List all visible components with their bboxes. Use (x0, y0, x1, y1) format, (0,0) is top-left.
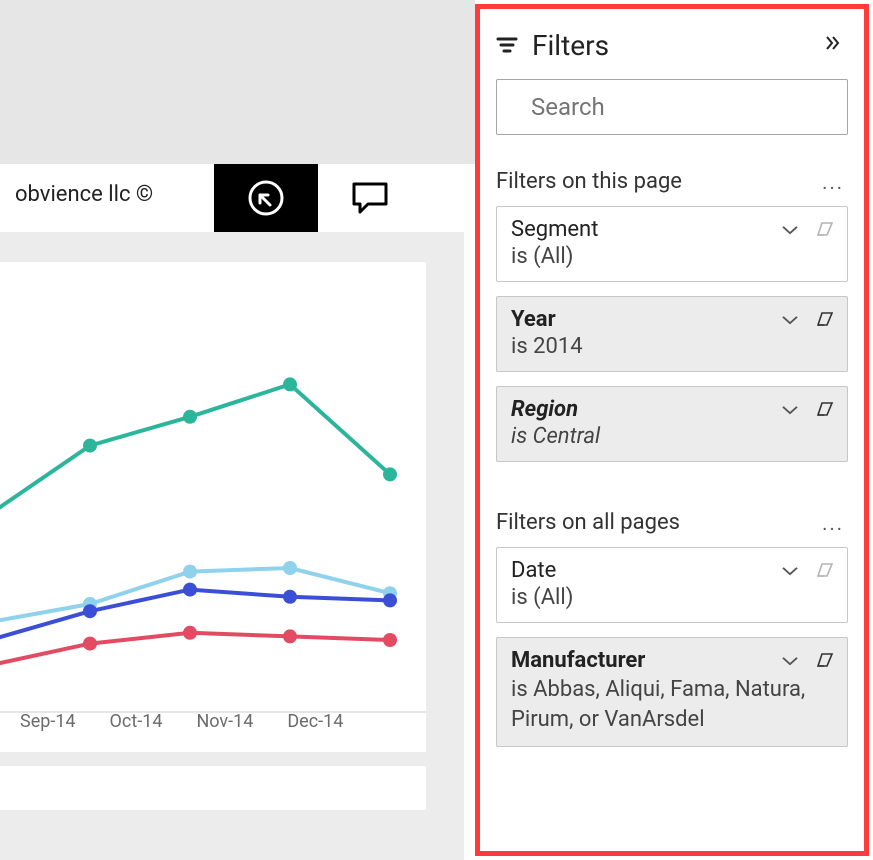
filter-cond: is Central (511, 424, 771, 449)
all-pages-filters-heading: Filters on all pages (496, 510, 680, 535)
page-filters-more-button[interactable]: ... (822, 170, 848, 194)
comment-icon (351, 181, 389, 215)
x-axis-tick: Dec-14 (287, 711, 343, 732)
filters-header: Filters (496, 21, 848, 69)
x-axis-labels: Sep-14 Oct-14 Nov-14 Dec-14 (0, 711, 426, 732)
filter-card-year[interactable]: Year is 2014 (496, 296, 848, 372)
filter-icon (496, 35, 518, 55)
search-input[interactable] (529, 92, 844, 122)
filters-title: Filters (532, 29, 609, 62)
chevron-down-icon (781, 314, 799, 325)
chevron-down-icon (781, 224, 799, 235)
filter-card-date[interactable]: Date is (All) (496, 547, 848, 623)
copyright-text: obvience llc © (15, 182, 153, 207)
filters-pane-highlight: Filters Filters on this page ... S (475, 4, 869, 856)
clear-filter-icon[interactable] (815, 221, 835, 239)
chevron-double-right-icon (824, 34, 842, 52)
filter-cond: is (All) (511, 585, 771, 610)
clear-filter-icon[interactable] (815, 652, 835, 670)
collapse-pane-button[interactable] (824, 34, 848, 56)
arrow-circle-icon (246, 178, 286, 218)
clear-filter-icon[interactable] (815, 311, 835, 329)
chart-footer-strip (0, 766, 426, 810)
filter-cond: is (All) (511, 244, 771, 269)
filter-card-segment[interactable]: Segment is (All) (496, 206, 848, 282)
page-filters-section: Filters on this page ... Segment is (All… (496, 169, 848, 476)
line-chart-visual[interactable]: Sep-14 Oct-14 Nov-14 Dec-14 (0, 262, 426, 752)
clear-filter-icon[interactable] (815, 562, 835, 580)
comment-button[interactable] (318, 164, 422, 232)
filter-cond: is Abbas, Aliqui, Fama, Natura, Pirum, o… (511, 675, 833, 734)
filter-card-manufacturer[interactable]: Manufacturer is Abbas, Aliqui, Fama, Nat… (496, 637, 848, 747)
filter-card-region[interactable]: Region is Central (496, 386, 848, 462)
clear-filter-icon[interactable] (815, 401, 835, 419)
nav-arrow-button[interactable] (214, 164, 318, 232)
page-filters-heading: Filters on this page (496, 169, 682, 194)
line-chart-plot (0, 312, 426, 732)
filter-cond: is 2014 (511, 334, 771, 359)
chevron-down-icon (781, 565, 799, 576)
search-box[interactable] (496, 79, 848, 135)
x-axis-tick: Nov-14 (196, 711, 253, 732)
x-axis-tick: Sep-14 (20, 711, 76, 732)
x-axis-tick: Oct-14 (110, 711, 163, 732)
report-header-strip (0, 0, 475, 164)
all-pages-filters-section: Filters on all pages ... Date is (All) M… (496, 510, 848, 761)
chevron-down-icon (781, 404, 799, 415)
all-pages-filters-more-button[interactable]: ... (822, 511, 848, 535)
chevron-down-icon (781, 655, 799, 666)
